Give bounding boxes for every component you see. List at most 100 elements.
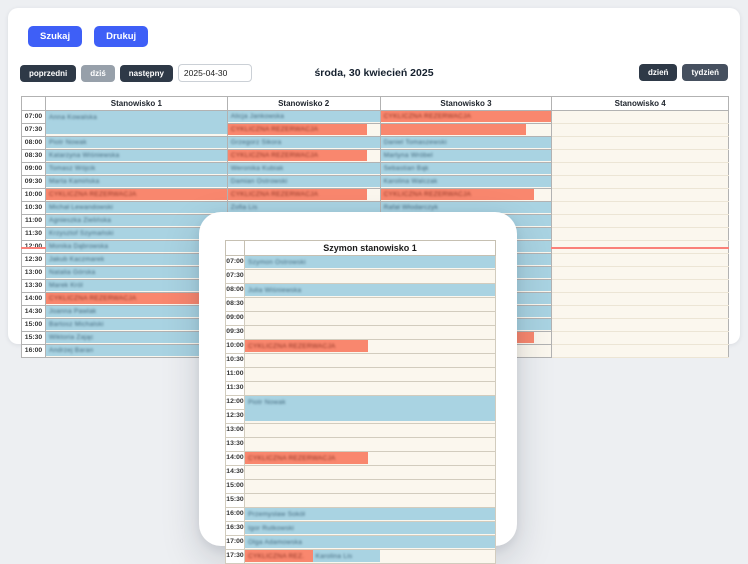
week-view-button[interactable]: tydzień (682, 64, 728, 81)
schedule-cell[interactable] (245, 494, 496, 508)
booking-bar[interactable]: Przemysław Sokół (245, 508, 495, 520)
schedule-cell[interactable]: Sebastian Bąk (380, 163, 552, 176)
booking-bar[interactable]: Karolina Walczak (381, 176, 552, 187)
booking-bar[interactable]: Igor Rutkowski (245, 522, 495, 534)
schedule-cell[interactable]: Marta Kamińska (45, 176, 227, 189)
schedule-cell[interactable] (552, 293, 729, 306)
schedule-cell[interactable] (552, 189, 729, 202)
schedule-cell[interactable]: Julia Wiśniewska (245, 284, 496, 298)
schedule-cell[interactable] (552, 163, 729, 176)
schedule-cell[interactable]: Martyna Wróbel (380, 150, 552, 163)
schedule-cell[interactable]: Tomasz Wójcik (45, 163, 227, 176)
schedule-cell[interactable]: CYKLICZNA REZERWACJA (245, 452, 496, 466)
schedule-cell[interactable] (552, 202, 729, 215)
booking-bar[interactable]: Weronika Kubiak (228, 163, 380, 174)
today-button[interactable]: dziś (81, 65, 115, 82)
booking-bar[interactable]: Daniel Tomaszewski (381, 137, 552, 148)
schedule-cell[interactable] (552, 124, 729, 137)
reservation-bar[interactable]: CYKLICZNA REZERWACJA (381, 111, 552, 122)
schedule-cell[interactable] (552, 280, 729, 293)
reservation-bar[interactable]: CYKLICZNA REZERWACJA (228, 124, 368, 135)
reservation-bar[interactable] (381, 124, 526, 135)
schedule-cell[interactable] (245, 368, 496, 382)
schedule-cell[interactable] (245, 354, 496, 368)
booking-bar[interactable]: Julia Wiśniewska (245, 284, 495, 296)
booking-bar[interactable]: Sebastian Bąk (381, 163, 552, 174)
reservation-bar[interactable]: CYKLICZNA REZERWACJA (228, 150, 368, 161)
reservation-bar[interactable]: CYKLICZNA REZERWACJA (245, 340, 368, 352)
date-input[interactable] (178, 64, 252, 82)
schedule-cell[interactable]: Karolina Walczak (380, 176, 552, 189)
print-button[interactable]: Drukuj (94, 26, 148, 47)
booking-bar[interactable]: Karolina Lis (313, 550, 381, 562)
booking-bar[interactable]: Grzegorz Sikora (228, 137, 380, 148)
reservation-bar[interactable]: CYKLICZNA REZERWACJA (46, 189, 227, 200)
schedule-cell[interactable] (245, 298, 496, 312)
schedule-cell[interactable] (552, 345, 729, 358)
schedule-cell[interactable] (380, 124, 552, 137)
booking-bar[interactable]: Damian Ostrowski (228, 176, 380, 187)
prev-day-button[interactable]: poprzedni (20, 65, 76, 82)
next-day-button[interactable]: następny (120, 65, 173, 82)
schedule-cell[interactable]: CYKLICZNA REZERWACJA (45, 189, 227, 202)
schedule-cell[interactable]: CYKLICZNA REZERWACJA (227, 124, 380, 137)
schedule-cell[interactable] (245, 270, 496, 284)
reservation-bar[interactable]: CYKLICZNA REZERWACJA (228, 189, 368, 200)
schedule-cell[interactable]: CYKLICZNA REZERWACJA (380, 189, 552, 202)
booking-bar[interactable]: Piotr Nowak (245, 396, 495, 421)
booking-bar[interactable]: Piotr Nowak (46, 137, 227, 148)
schedule-cell[interactable]: Anna Kowalska (45, 111, 227, 137)
schedule-cell[interactable]: Szymon Ostrowski (245, 256, 496, 270)
booking-bar[interactable]: Katarzyna Wiśniewska (46, 150, 227, 161)
schedule-cell[interactable]: Olga Adamowska (245, 536, 496, 550)
schedule-cell[interactable] (552, 228, 729, 241)
schedule-cell[interactable] (552, 254, 729, 267)
booking-bar[interactable]: Anna Kowalska (46, 111, 227, 134)
search-button[interactable]: Szukaj (28, 26, 82, 47)
schedule-cell[interactable] (245, 466, 496, 480)
booking-bar[interactable]: Marta Kamińska (46, 176, 227, 187)
schedule-cell[interactable]: Grzegorz Sikora (227, 137, 380, 150)
schedule-cell[interactable]: CYKLICZNA REZERWACJA (227, 189, 380, 202)
schedule-cell[interactable] (552, 111, 729, 124)
schedule-cell[interactable]: CYKLICZNA REZERWACJA (380, 111, 552, 124)
booking-bar[interactable]: Michał Lewandowski (46, 202, 227, 213)
schedule-cell[interactable] (552, 215, 729, 228)
schedule-cell[interactable] (552, 319, 729, 332)
reservation-bar[interactable]: CYKLICZNA REZERWACJA (245, 452, 368, 464)
booking-bar[interactable]: Martyna Wróbel (381, 150, 552, 161)
schedule-cell[interactable]: Piotr Nowak (245, 396, 496, 424)
schedule-cell[interactable] (245, 424, 496, 438)
booking-bar[interactable]: Alicja Jankowska (228, 111, 380, 122)
booking-bar[interactable]: Szymon Ostrowski (245, 256, 495, 268)
schedule-cell[interactable] (552, 150, 729, 163)
schedule-cell[interactable]: CYKLICZNA REZERWACJA (245, 340, 496, 354)
schedule-cell[interactable] (245, 438, 496, 452)
schedule-cell[interactable]: CYKLICZNA REZERWACJA (227, 150, 380, 163)
schedule-cell[interactable] (245, 480, 496, 494)
schedule-cell[interactable] (245, 326, 496, 340)
schedule-cell[interactable]: Katarzyna Wiśniewska (45, 150, 227, 163)
schedule-cell[interactable] (552, 306, 729, 319)
schedule-cell[interactable]: Weronika Kubiak (227, 163, 380, 176)
schedule-cell[interactable] (552, 137, 729, 150)
schedule-cell[interactable]: Piotr Nowak (45, 137, 227, 150)
schedule-cell[interactable] (552, 267, 729, 280)
booking-bar[interactable]: Agnieszka Zielińska (46, 215, 227, 226)
schedule-cell[interactable]: Alicja Jankowska (227, 111, 380, 124)
schedule-cell[interactable]: Igor Rutkowski (245, 522, 496, 536)
schedule-cell[interactable]: Przemysław Sokół (245, 508, 496, 522)
schedule-cell[interactable]: Michał Lewandowski (45, 202, 227, 215)
schedule-cell[interactable] (552, 332, 729, 345)
booking-bar[interactable]: Tomasz Wójcik (46, 163, 227, 174)
day-view-button[interactable]: dzień (639, 64, 677, 81)
schedule-cell[interactable] (245, 382, 496, 396)
schedule-cell[interactable] (245, 312, 496, 326)
schedule-cell[interactable]: Daniel Tomaszewski (380, 137, 552, 150)
reservation-bar[interactable]: CYKLICZNA REZ. (245, 550, 313, 562)
schedule-cell[interactable]: Damian Ostrowski (227, 176, 380, 189)
reservation-bar[interactable]: CYKLICZNA REZERWACJA (381, 189, 535, 200)
booking-bar[interactable]: Olga Adamowska (245, 536, 495, 548)
time-label: 07:00 (22, 111, 46, 124)
schedule-cell[interactable] (552, 176, 729, 189)
